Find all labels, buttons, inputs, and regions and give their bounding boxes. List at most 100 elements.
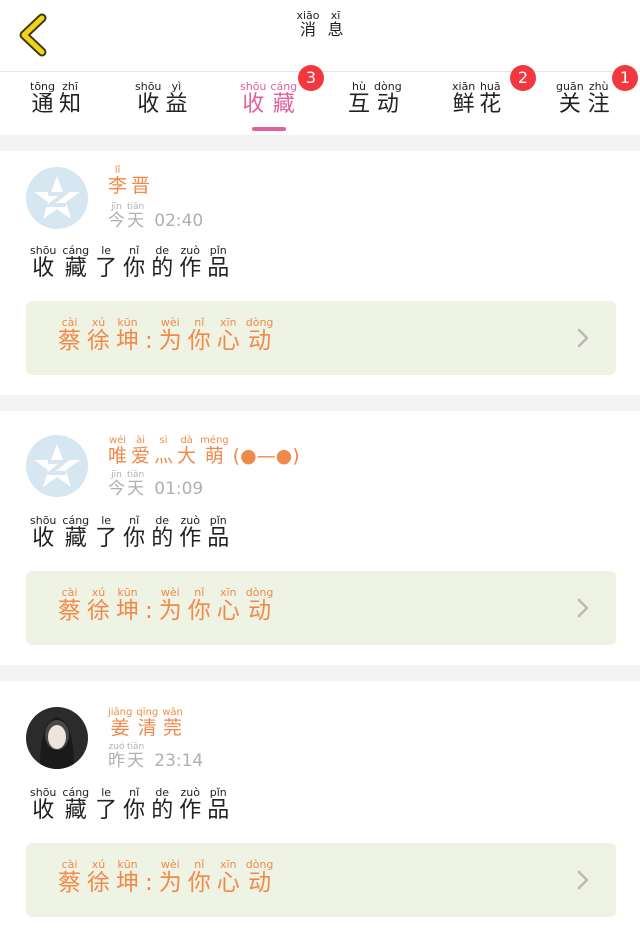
hanzi-char: 李 xyxy=(108,175,128,197)
hanzi-char: 心 xyxy=(216,598,240,624)
tab-earnings[interactable]: shōu 收 yì 益 xyxy=(135,81,188,117)
work-link[interactable]: cài 蔡 xú 徐 kūn 坤 : wèi 为 nǐ 你 xīn 心 dòng 动 xyxy=(26,843,616,917)
work-title: cài 蔡 xú 徐 kūn 坤 : wèi 为 nǐ 你 xīn 心 dòng 动 xyxy=(58,317,274,354)
tab-notice[interactable]: tōng 通 zhī 知 xyxy=(30,81,81,117)
header: xiāo 消 xī 息 xyxy=(0,0,640,72)
hanzi-char: 通 xyxy=(31,92,54,117)
hanzi-char: 益 xyxy=(165,92,188,117)
ruby-char: huā 花 xyxy=(479,81,502,117)
hanzi-char: : xyxy=(145,870,153,896)
hanzi-char: 大 xyxy=(177,445,197,467)
hanzi-char: 作 xyxy=(179,256,202,281)
work-title: cài 蔡 xú 徐 kūn 坤 : wèi 为 nǐ 你 xīn 心 dòng 动 xyxy=(58,587,274,624)
time-value: 02:40 xyxy=(154,210,204,231)
hanzi-char: 为 xyxy=(158,328,182,354)
hanzi-char: 鲜 xyxy=(452,92,475,117)
avatar[interactable] xyxy=(26,707,88,769)
tab-interaction[interactable]: hù 互 dòng 动 xyxy=(348,81,402,117)
ruby-char: dòng 动 xyxy=(246,587,274,624)
ruby-char: zhī 知 xyxy=(59,81,81,117)
active-tab-indicator xyxy=(252,127,286,131)
ruby-char: le 了 xyxy=(95,245,117,281)
ruby-char: shōu 收 xyxy=(135,81,161,117)
ruby-char: tiān 天 xyxy=(127,469,144,499)
tab-follow-badge: 1 xyxy=(612,65,638,91)
tab-flowers[interactable]: xiān 鲜 huā 花 xyxy=(452,81,502,117)
hanzi-char: 藏 xyxy=(64,256,87,281)
hanzi-char: : xyxy=(145,328,153,354)
ruby-char: de 的 xyxy=(151,787,173,823)
ruby-char: shōu 收 xyxy=(30,515,56,551)
hanzi-char: 注 xyxy=(587,92,610,117)
ruby-char: shōu 收 xyxy=(240,81,266,117)
hanzi-char: (●—●) xyxy=(232,445,300,467)
message-card[interactable]: wéi 唯 ài 爱 sì 灬 dà 大 méng 萌 (●—●) jīn 今 tiān 天 01:09 … xyxy=(0,411,640,665)
username[interactable]: jiāng 姜 qīng 清 wǎn 莞 xyxy=(108,707,183,739)
ruby-char: xú 徐 xyxy=(87,587,110,624)
chevron-right-icon xyxy=(577,328,589,348)
hanzi-char: 坤 xyxy=(116,598,139,624)
hanzi-char: 藏 xyxy=(272,92,295,117)
tab-favorites[interactable]: shōu 收 cáng 藏 xyxy=(240,81,297,117)
ruby-char: de 的 xyxy=(151,515,173,551)
username[interactable]: wéi 唯 ài 爱 sì 灬 dà 大 méng 萌 (●—●) xyxy=(108,435,300,467)
ruby-char: kūn 坤 xyxy=(116,587,139,624)
hanzi-char: 收 xyxy=(32,256,55,281)
ruby-char: xī 息 xyxy=(328,10,344,39)
ruby-char: : xyxy=(145,317,153,353)
chevron-right-icon xyxy=(577,870,589,890)
ruby-char: méng 萌 xyxy=(200,435,229,467)
ruby-char: (●—●) xyxy=(233,435,300,467)
ruby-char: hù 互 xyxy=(348,81,370,117)
ruby-char: zuó 昨 xyxy=(108,741,125,771)
ruby-char: xiāo 消 xyxy=(296,10,319,39)
hanzi-char: 灬 xyxy=(154,445,174,467)
hanzi-char: 的 xyxy=(151,256,174,281)
hanzi-char: 收 xyxy=(32,526,55,551)
ruby-char: wǎn 莞 xyxy=(162,707,183,739)
tab-follow[interactable]: guān 关 zhù 注 xyxy=(556,81,610,117)
ruby-char: nǐ 你 xyxy=(188,317,211,354)
hanzi-char: 萌 xyxy=(204,445,224,467)
hanzi-char: 唯 xyxy=(108,445,128,467)
ruby-char: tiān 天 xyxy=(127,741,144,771)
work-link[interactable]: cài 蔡 xú 徐 kūn 坤 : wèi 为 nǐ 你 xīn 心 dòng 动 xyxy=(26,301,616,375)
ruby-char: xīn 心 xyxy=(216,587,240,624)
hanzi-char: 你 xyxy=(123,256,146,281)
ruby-char: zuò 作 xyxy=(179,787,201,823)
message-card[interactable]: jiāng 姜 qīng 清 wǎn 莞 zuó 昨 tiān 天 23:14 shōu 收 cáng… xyxy=(0,681,640,939)
message-card[interactable]: lǐ 李 晋 jīn 今 tiān 天 02:40 shōu 收 cáng 藏 le 了 nǐ 你 de 的… xyxy=(0,151,640,395)
ruby-char: cài 蔡 xyxy=(58,859,81,896)
avatar[interactable] xyxy=(26,167,88,229)
ruby-char: sì 灬 xyxy=(154,435,173,467)
ruby-char: dòng 动 xyxy=(374,81,402,117)
ruby-char: wèi 为 xyxy=(158,317,182,354)
hanzi-char: 了 xyxy=(95,526,118,551)
hanzi-char: 心 xyxy=(216,870,240,896)
hanzi-char: 了 xyxy=(95,798,118,823)
hanzi-char: 天 xyxy=(127,479,145,499)
ruby-char: lǐ 李 xyxy=(108,165,127,197)
tab-favorites-badge: 3 xyxy=(298,65,324,91)
ruby-char: wèi 为 xyxy=(159,859,182,896)
hanzi-char: 花 xyxy=(479,92,502,117)
work-link[interactable]: cài 蔡 xú 徐 kūn 坤 : wèi 为 nǐ 你 xīn 心 dòng 动 xyxy=(26,571,616,645)
ruby-char: kūn 坤 xyxy=(116,859,139,896)
username[interactable]: lǐ 李 晋 xyxy=(108,165,150,197)
ruby-char: xiān 鲜 xyxy=(452,81,475,117)
ruby-char: dòng 动 xyxy=(246,317,274,354)
ruby-char: tiān 天 xyxy=(127,201,144,231)
avatar[interactable] xyxy=(26,435,88,497)
ruby-char: nǐ 你 xyxy=(188,587,211,624)
ruby-char: xīn 心 xyxy=(216,859,240,896)
hanzi-char: 息 xyxy=(327,20,344,39)
ruby-char: zuò 作 xyxy=(179,245,202,281)
hanzi-char: 清 xyxy=(137,717,157,739)
hanzi-char: 今 xyxy=(108,479,125,499)
tab-bar: tōng 通 zhī 知 shōu 收 yì 益 shōu 收 cáng 藏 3 hù 互 dòng 动… xyxy=(0,65,640,135)
ruby-char: de 的 xyxy=(151,245,174,281)
hanzi-char: 天 xyxy=(127,751,145,771)
hanzi-char: 你 xyxy=(187,870,211,896)
ruby-char: dà 大 xyxy=(177,435,196,467)
work-title: cài 蔡 xú 徐 kūn 坤 : wèi 为 nǐ 你 xīn 心 dòng 动 xyxy=(58,859,273,896)
